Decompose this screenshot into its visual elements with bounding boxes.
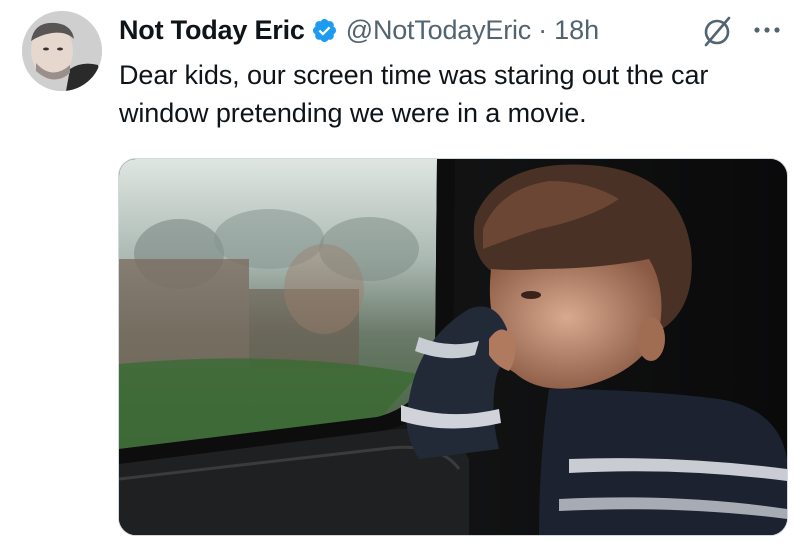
author-handle[interactable]: @NotTodayEric <box>346 15 532 46</box>
more-icon[interactable] <box>752 20 782 40</box>
tweet[interactable]: Not Today Eric @NotTodayEric · 18h Dear … <box>0 0 800 554</box>
tweet-header: Not Today Eric @NotTodayEric · 18h <box>119 12 599 48</box>
verified-badge-icon <box>312 18 336 42</box>
display-name[interactable]: Not Today Eric <box>119 15 305 46</box>
tweet-media[interactable] <box>118 158 788 536</box>
avatar[interactable] <box>22 11 102 91</box>
tweet-text: Dear kids, our screen time was staring o… <box>119 60 709 128</box>
timestamp[interactable]: 18h <box>554 15 599 46</box>
avatar-photo <box>22 11 102 91</box>
separator-dot: · <box>538 14 548 45</box>
grok-slash-icon[interactable] <box>700 14 734 48</box>
photo-boy-at-car-window <box>119 159 787 535</box>
